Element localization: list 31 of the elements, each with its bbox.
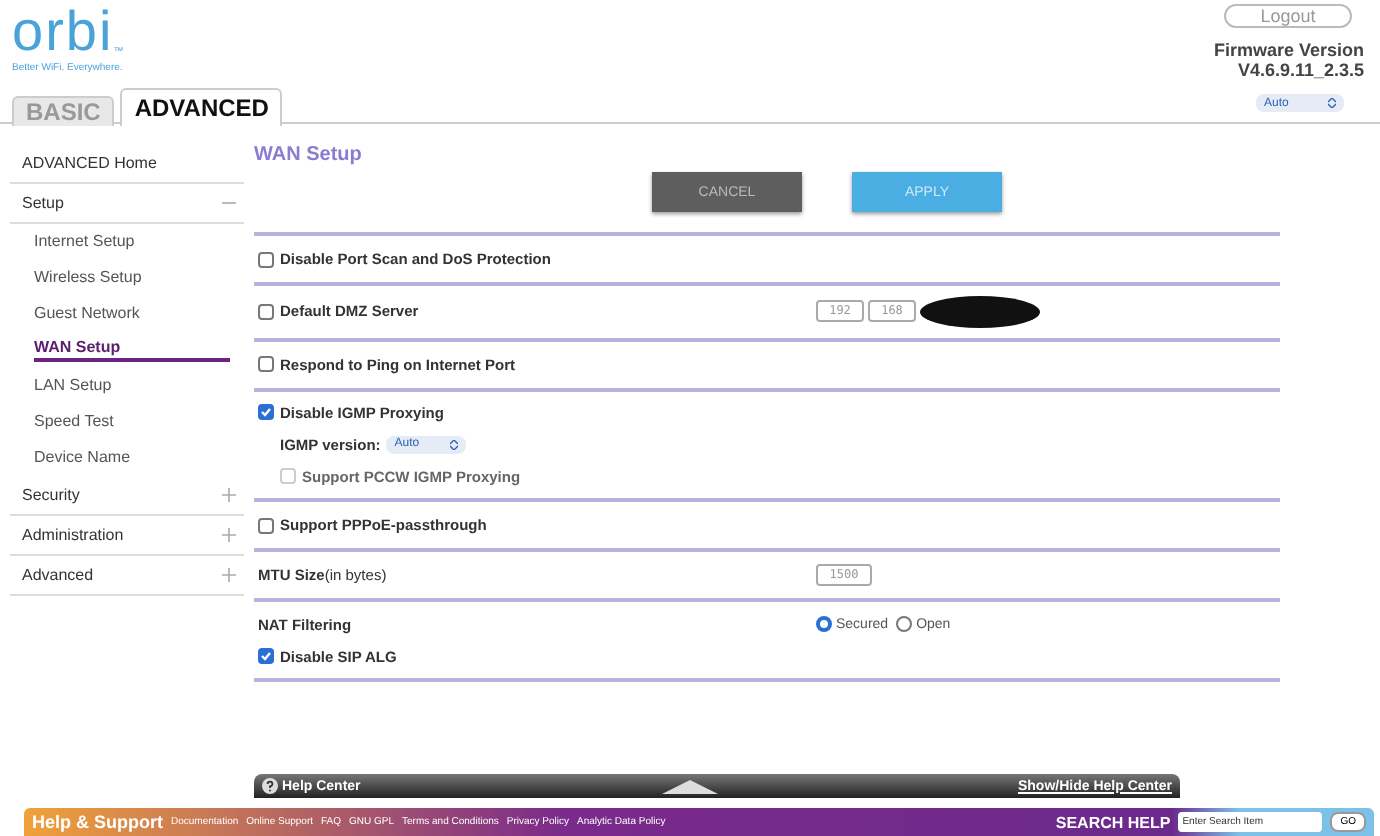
updown-icon	[1328, 98, 1336, 108]
triangle-icon[interactable]	[661, 779, 718, 794]
firmware-version: V4.6.9.11_2.3.5	[1237, 60, 1364, 80]
firmware-label: Firmware Version	[1213, 40, 1364, 60]
checkbox[interactable]	[258, 517, 274, 534]
tab[interactable]: ADVANCED	[120, 88, 283, 126]
sidebar-subitem[interactable]: LAN Setup	[10, 368, 244, 404]
sidebar-item[interactable]: Advanced	[10, 556, 244, 596]
sidebar-subitem[interactable]: Device Name	[10, 440, 244, 476]
checkbox[interactable]	[258, 303, 274, 320]
sidebar-item[interactable]: Security	[10, 476, 244, 516]
sidebar-item[interactable]: Setup	[10, 184, 244, 224]
search-label: SEARCH HELP	[1055, 813, 1171, 831]
banner-title: Help & Support	[32, 812, 163, 832]
page-title: WAN Setup	[254, 144, 364, 166]
updown-icon	[450, 439, 459, 450]
help-icon	[262, 778, 278, 795]
checkbox[interactable]	[258, 356, 274, 373]
sidebar-item[interactable]: ADVANCED Home	[10, 144, 244, 184]
sidebar-subitem[interactable]: Speed Test	[10, 404, 244, 440]
radio-button[interactable]	[816, 616, 832, 633]
checkbox[interactable]	[258, 648, 274, 665]
sidebar-subitem[interactable]: Guest Network	[10, 296, 244, 332]
logo-wordmark: orbi	[12, 4, 114, 60]
sidebar-item[interactable]: Administration	[10, 516, 244, 556]
radio-button[interactable]	[896, 616, 913, 633]
checkbox[interactable]	[258, 251, 274, 267]
sidebar-subitem[interactable]: WAN Setup	[10, 332, 244, 368]
sidebar-subitem[interactable]: Wireless Setup	[10, 260, 244, 296]
sidebar-subitem[interactable]: Internet Setup	[10, 224, 244, 260]
checkbox[interactable]	[258, 404, 274, 421]
